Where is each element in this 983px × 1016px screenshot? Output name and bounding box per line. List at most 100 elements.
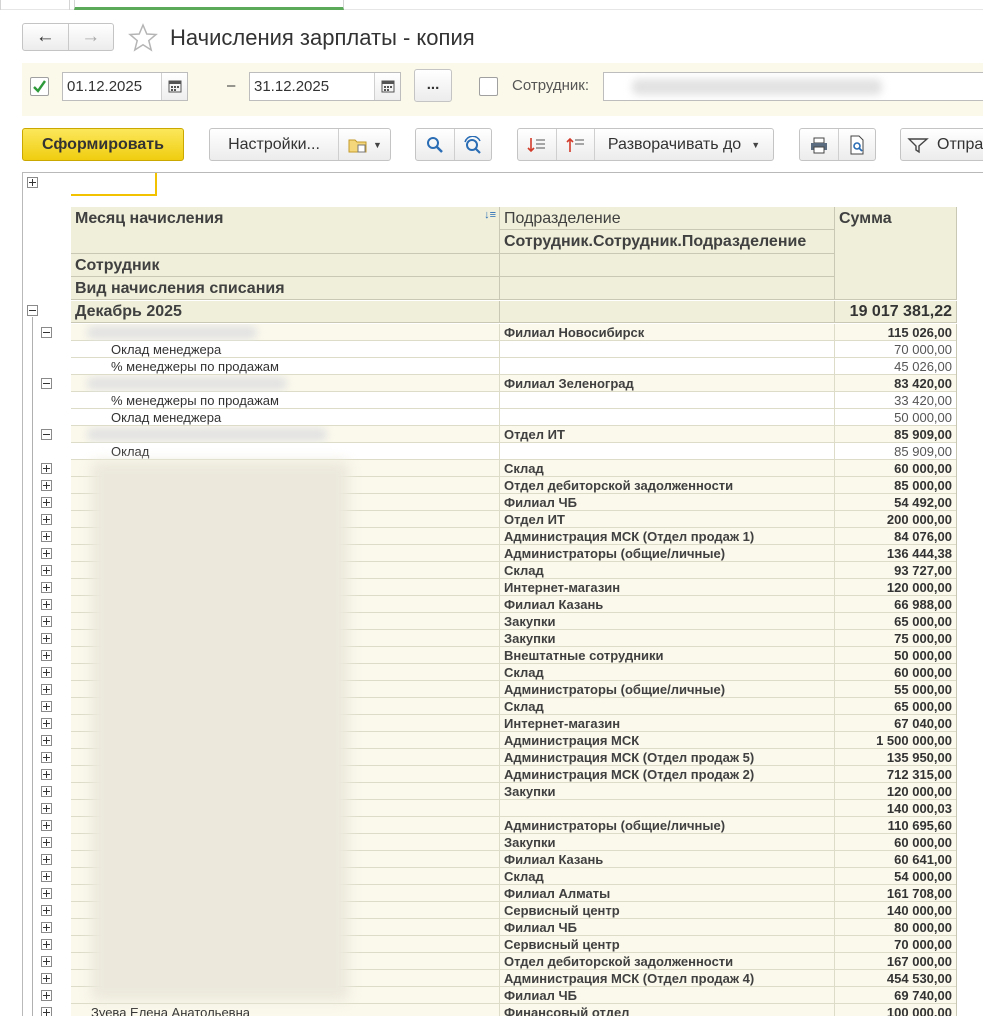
print-button[interactable] xyxy=(800,129,838,160)
expand-to-dropdown[interactable]: Разворачивать до ▼ xyxy=(594,129,773,160)
expand-icon[interactable] xyxy=(41,599,52,610)
expand-icon[interactable] xyxy=(41,531,52,542)
accrual-row[interactable]: % менеджеры по продажам 45 026,00 xyxy=(71,358,957,375)
expand-icon[interactable] xyxy=(41,905,52,916)
accrual-row[interactable]: Оклад менеджера 50 000,00 xyxy=(71,409,957,426)
expand-icon[interactable] xyxy=(41,769,52,780)
collapse-icon[interactable] xyxy=(41,429,52,440)
column-header-department[interactable]: Подразделение xyxy=(500,207,835,230)
expand-icon[interactable] xyxy=(41,752,52,763)
expand-icon[interactable] xyxy=(41,565,52,576)
expand-icon[interactable] xyxy=(41,548,52,559)
sum-cell: 65 000,00 xyxy=(835,613,957,630)
arrow-right-icon[interactable]: → xyxy=(67,24,114,50)
sum-cell: 70 000,00 xyxy=(835,936,957,953)
column-header-month[interactable]: Месяц начисления ↓≡ xyxy=(71,207,500,254)
expand-all-button[interactable] xyxy=(556,129,594,160)
collapse-all-button[interactable] xyxy=(518,129,556,160)
accrual-row[interactable]: Оклад менеджера 70 000,00 xyxy=(71,341,957,358)
expand-icon[interactable] xyxy=(41,480,52,491)
employee-row[interactable]: Филиал Зеленоград 83 420,00 xyxy=(71,375,957,392)
expand-all-icon[interactable] xyxy=(27,177,38,188)
expand-icon[interactable] xyxy=(41,735,52,746)
sum-cell: 50 000,00 xyxy=(835,409,957,426)
accrual-row[interactable]: Оклад 85 909,00 xyxy=(71,443,957,460)
expand-icon[interactable] xyxy=(41,922,52,933)
column-header-employee[interactable]: Сотрудник xyxy=(71,254,500,277)
calendar-icon[interactable] xyxy=(161,73,187,100)
expand-icon[interactable] xyxy=(41,956,52,967)
expand-icon[interactable] xyxy=(41,888,52,899)
expand-icon[interactable] xyxy=(41,786,52,797)
expand-icon[interactable] xyxy=(41,650,52,661)
expand-icon[interactable] xyxy=(41,514,52,525)
send-button[interactable]: Отпра xyxy=(900,128,983,161)
expand-icon[interactable] xyxy=(41,803,52,814)
expand-icon[interactable] xyxy=(41,633,52,644)
expand-icon[interactable] xyxy=(41,837,52,848)
employee-checkbox[interactable] xyxy=(479,77,498,96)
tab-previous[interactable] xyxy=(0,0,70,10)
star-icon[interactable] xyxy=(127,22,159,54)
column-header-empty-1 xyxy=(500,254,835,277)
expand-icon[interactable] xyxy=(41,701,52,712)
expand-icon[interactable] xyxy=(41,973,52,984)
expand-icon[interactable] xyxy=(41,990,52,1001)
employee-name: Зуева Елена Анатольевна xyxy=(71,1004,500,1016)
arrow-left-icon[interactable]: ← xyxy=(23,24,68,50)
collapse-icon[interactable] xyxy=(41,378,52,389)
expand-icon[interactable] xyxy=(41,463,52,474)
department-cell xyxy=(500,392,835,409)
expand-to-label: Разворачивать до xyxy=(607,135,742,153)
generate-button[interactable]: Сформировать xyxy=(22,128,184,161)
employee-input[interactable] xyxy=(603,72,983,101)
department-cell: Филиал ЧБ xyxy=(500,987,835,1004)
employee-row[interactable]: Филиал Новосибирск 115 026,00 xyxy=(71,324,957,341)
sum-cell: 120 000,00 xyxy=(835,579,957,596)
sort-icon[interactable]: ↓≡ xyxy=(484,209,496,221)
employee-row[interactable]: Зуева Елена Анатольевна Финансовый отдел 1… xyxy=(71,1004,957,1016)
expand-icon[interactable] xyxy=(41,854,52,865)
column-header-sum[interactable]: Сумма xyxy=(835,207,957,300)
column-header-accrual-type[interactable]: Вид начисления списания xyxy=(71,277,500,300)
accrual-row[interactable]: % менеджеры по продажам 33 420,00 xyxy=(71,392,957,409)
period-select-button[interactable]: ... xyxy=(414,69,452,102)
send-icon xyxy=(907,137,929,153)
collapse-icon[interactable] xyxy=(27,305,38,316)
redacted-text xyxy=(87,377,287,390)
employee-row[interactable]: Отдел ИТ 85 909,00 xyxy=(71,426,957,443)
tab-current[interactable] xyxy=(74,0,344,10)
print-preview-button[interactable] xyxy=(838,129,875,160)
expand-icon[interactable] xyxy=(41,871,52,882)
search-next-button[interactable] xyxy=(454,129,491,160)
date-to-input[interactable]: 31.12.2025 xyxy=(249,72,401,101)
sum-cell: 50 000,00 xyxy=(835,647,957,664)
variant-dropdown[interactable]: ▼ xyxy=(338,129,390,160)
calendar-icon[interactable] xyxy=(374,73,400,100)
expand-icon[interactable] xyxy=(41,497,52,508)
settings-button[interactable]: Настройки... xyxy=(210,129,338,160)
department-cell: Филиал ЧБ xyxy=(500,494,835,511)
search-icon xyxy=(427,136,443,153)
report-spreadsheet[interactable]: Месяц начисления ↓≡ Сотрудник Вид начисл… xyxy=(22,172,983,1016)
expand-icon[interactable] xyxy=(41,684,52,695)
expand-icon[interactable] xyxy=(41,718,52,729)
expand-icon[interactable] xyxy=(41,820,52,831)
folder-settings-icon xyxy=(348,139,367,152)
expand-icon[interactable] xyxy=(41,1007,52,1016)
collapse-icon[interactable] xyxy=(41,327,52,338)
search-button[interactable] xyxy=(416,129,454,160)
expand-icon[interactable] xyxy=(41,939,52,950)
column-header-employee-department[interactable]: Сотрудник.Сотрудник.Подразделение xyxy=(500,230,835,254)
expand-icon[interactable] xyxy=(41,667,52,678)
expand-icon[interactable] xyxy=(41,582,52,593)
sum-cell: 115 026,00 xyxy=(835,324,957,341)
sum-cell: 140 000,00 xyxy=(835,902,957,919)
expand-icon[interactable] xyxy=(41,616,52,627)
accrual-type: Оклад xyxy=(71,443,500,460)
department-cell: Интернет-магазин xyxy=(500,715,835,732)
period-checkbox[interactable] xyxy=(30,77,49,96)
search-next-icon xyxy=(464,135,481,154)
date-from-input[interactable]: 01.12.2025 xyxy=(62,72,188,101)
employee-name xyxy=(71,426,500,443)
